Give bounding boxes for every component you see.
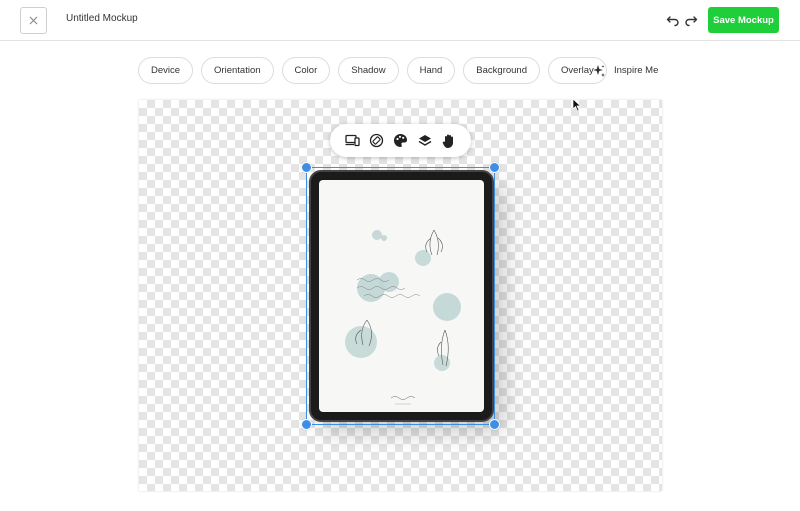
undo-icon[interactable] [666,13,680,27]
option-hand[interactable]: Hand [406,57,456,84]
inspire-me-button[interactable]: Inspire Me [592,57,658,84]
hand-tool[interactable] [441,133,457,149]
option-background[interactable]: Background [463,57,540,84]
option-orientation[interactable]: Orientation [201,57,274,84]
layers-tool[interactable] [417,133,433,149]
hand-icon [442,134,453,148]
redo-icon[interactable] [684,13,698,27]
top-bar: Untitled Mockup Save Mockup [0,0,800,41]
close-icon [29,16,38,25]
resize-handle-top-left[interactable] [301,162,312,173]
sparkle-icon [593,64,605,77]
option-device[interactable]: Device [138,57,194,84]
resize-handle-bottom-left[interactable] [301,419,312,430]
floating-toolbar [330,124,471,157]
option-shadow[interactable]: Shadow [338,57,399,84]
color-tool[interactable] [392,133,408,149]
orientation-tool[interactable] [368,133,384,149]
close-button[interactable] [20,7,47,34]
options-bar: Device Orientation Color Shadow Hand Bac… [138,57,607,84]
rotate-icon [369,133,383,148]
device-tool[interactable] [344,133,360,149]
selection-box[interactable] [306,167,495,425]
resize-handle-top-right[interactable] [489,162,500,173]
palette-icon [393,134,407,147]
resize-handle-bottom-right[interactable] [489,419,500,430]
mockup-title[interactable]: Untitled Mockup [66,13,138,24]
layers-icon [418,134,432,146]
inspire-me-label: Inspire Me [614,65,659,76]
mouse-cursor-icon [572,98,582,112]
device-icon [344,134,360,147]
option-color[interactable]: Color [281,57,331,84]
save-mockup-button[interactable]: Save Mockup [708,7,779,33]
